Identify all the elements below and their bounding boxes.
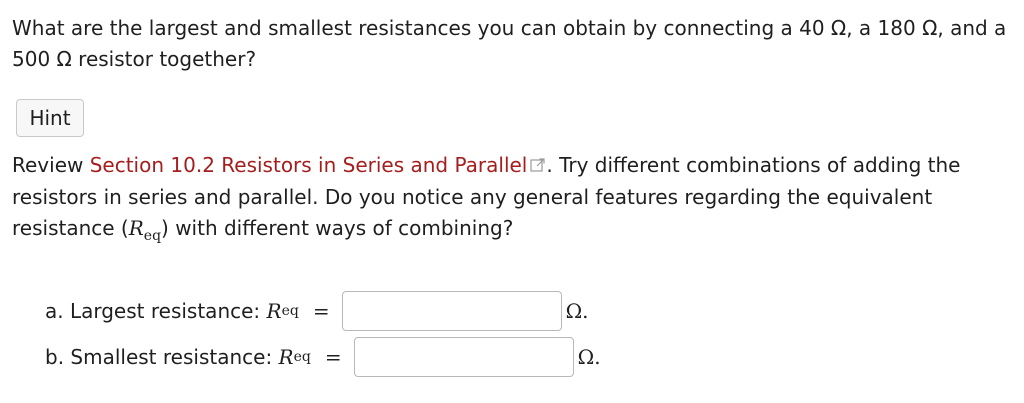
largest-resistance-input[interactable]: [341, 291, 562, 331]
req-subscript: eq: [143, 228, 162, 244]
part-a-req-subscript: eq: [281, 303, 299, 319]
part-a-req-symbol: R: [266, 299, 282, 323]
smallest-resistance-input[interactable]: [353, 337, 574, 377]
part-b-unit: Ω.: [577, 345, 601, 369]
hint-suffix: ) with different ways of combining?: [161, 216, 514, 240]
part-b-label: b. Smallest resistance:: [45, 345, 273, 369]
external-link-icon-graphic: [530, 158, 545, 172]
part-a-row: a. Largest resistance: Req = Ω.: [45, 290, 589, 332]
part-a-equals: =: [312, 299, 330, 323]
req-symbol: R: [128, 216, 144, 240]
part-b-req-symbol: R: [278, 345, 294, 369]
section-link[interactable]: Section 10.2 Resistors in Series and Par…: [90, 153, 528, 177]
part-b-row: b. Smallest resistance: Req = Ω.: [45, 336, 601, 378]
part-a-label: a. Largest resistance:: [45, 299, 261, 323]
external-link-icon[interactable]: [530, 151, 546, 182]
hint-paragraph: Review Section 10.2 Resistors in Series …: [12, 150, 1012, 252]
question-text: What are the largest and smallest resist…: [12, 16, 1007, 71]
hint-prefix: Review: [12, 153, 90, 177]
part-b-equals: =: [324, 345, 342, 369]
hint-button[interactable]: Hint: [16, 99, 84, 137]
part-a-unit: Ω.: [565, 299, 589, 323]
part-b-req-subscript: eq: [293, 349, 311, 365]
